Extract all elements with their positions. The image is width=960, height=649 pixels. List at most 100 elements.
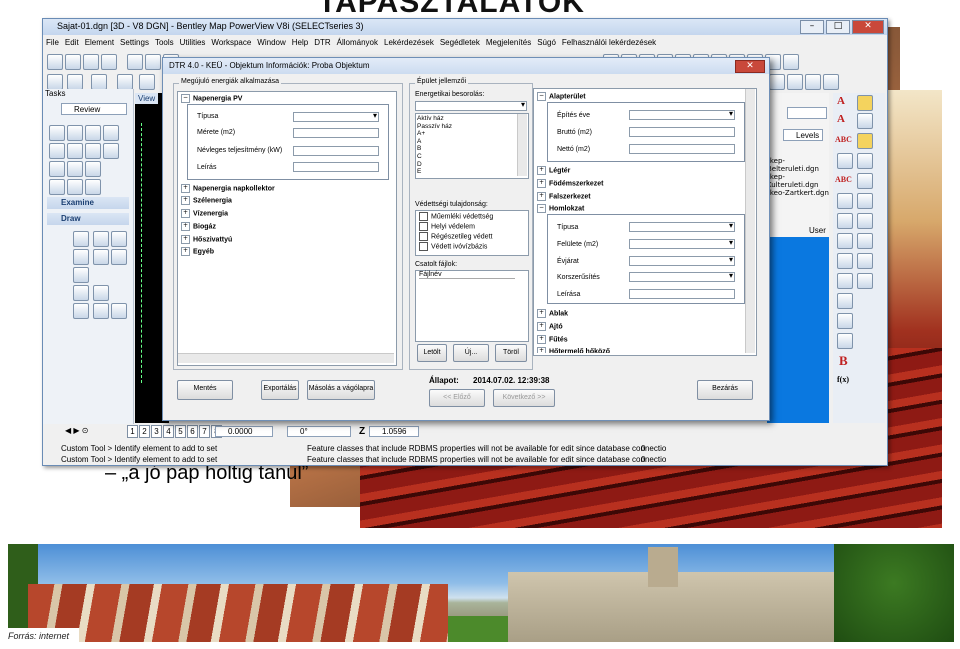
save-button[interactable]: Mentés	[177, 380, 233, 400]
energy-option[interactable]: D	[417, 161, 452, 169]
power-input[interactable]	[293, 146, 379, 156]
tree-node[interactable]: Ablak	[537, 309, 568, 318]
menu-item[interactable]: Tools	[155, 36, 174, 47]
close-dialog-button[interactable]: Bezárás	[697, 380, 753, 400]
copy-clipboard-button[interactable]: Másolás a vágólapra	[307, 380, 375, 400]
tool-icon[interactable]	[857, 253, 873, 269]
tree-node[interactable]: Biogáz	[181, 222, 216, 231]
net-area-input[interactable]	[629, 144, 735, 154]
energy-scrollbar[interactable]	[517, 114, 527, 176]
toolbar-icon[interactable]	[805, 74, 821, 90]
menu-item[interactable]: Element	[85, 36, 114, 47]
menu-item[interactable]: Settings	[120, 36, 149, 47]
energy-option[interactable]: C	[417, 153, 452, 161]
energy-option[interactable]: E	[417, 168, 452, 176]
file-list-item[interactable]: rkep-Kulteruleti.dgn	[767, 173, 829, 189]
copy-icon[interactable]	[145, 54, 161, 70]
menu-item[interactable]: Súgó	[537, 36, 556, 47]
tool-icon[interactable]	[857, 213, 873, 229]
protect-checkbox[interactable]: Helyi védelem	[419, 222, 475, 231]
description-input[interactable]	[293, 162, 379, 172]
facade-description-input[interactable]	[629, 289, 735, 299]
energy-select[interactable]	[415, 100, 527, 111]
globe-icon[interactable]	[139, 74, 155, 90]
tree-node[interactable]: Napenergia napkollektor	[181, 184, 275, 193]
levels-dropdown[interactable]: Levels	[783, 129, 823, 141]
menu-item[interactable]: Felhasználói lekérdezések	[562, 36, 656, 47]
dialog-close-button[interactable]: ✕	[735, 60, 765, 73]
draw-tool-icon[interactable]	[111, 249, 127, 265]
tree-node[interactable]: Homlokzat	[537, 204, 584, 213]
level-icon[interactable]	[91, 74, 107, 90]
view-number-button[interactable]: 1	[127, 425, 138, 438]
download-button[interactable]: Letölt	[417, 344, 447, 362]
shape-icon[interactable]	[93, 303, 109, 319]
export-button[interactable]: Exportálás	[261, 380, 299, 400]
circle-icon[interactable]	[769, 74, 785, 90]
tree-node[interactable]: Ajtó	[537, 322, 563, 331]
tool-icon[interactable]	[837, 153, 853, 169]
view-tab[interactable]: View	[135, 93, 159, 104]
view-number-button[interactable]: 6	[187, 425, 198, 438]
review-dropdown[interactable]: Review	[61, 103, 127, 115]
menu-item[interactable]: Workspace	[211, 36, 251, 47]
tool-icon[interactable]	[49, 143, 65, 159]
print-icon[interactable]	[101, 54, 117, 70]
draw-tool-icon[interactable]	[73, 285, 89, 301]
tree-node[interactable]: Napenergia PV	[181, 94, 242, 103]
tool-icon[interactable]	[103, 125, 119, 141]
previous-button[interactable]: << Előző	[429, 389, 485, 407]
build-year-select[interactable]	[629, 109, 735, 120]
tree-node[interactable]: Egyéb	[181, 247, 214, 256]
tree-node[interactable]: Szélenergia	[181, 196, 232, 205]
energy-option[interactable]: Aktív ház	[417, 115, 452, 123]
view-number-button[interactable]: 7	[199, 425, 210, 438]
menu-item[interactable]: Megjelenítés	[486, 36, 531, 47]
tool-icon[interactable]	[67, 179, 83, 195]
draw-tool-icon[interactable]	[93, 231, 109, 247]
view-number-button[interactable]: 5	[175, 425, 186, 438]
text-tool-icon[interactable]: B	[839, 353, 848, 369]
tool-icon[interactable]	[857, 233, 873, 249]
tool-icon[interactable]	[67, 161, 83, 177]
close-button[interactable]: ✕	[852, 20, 884, 34]
menu-item[interactable]: Állományok	[337, 36, 378, 47]
delete-icon[interactable]	[73, 267, 89, 283]
draw-section[interactable]: Draw	[47, 213, 129, 225]
tree-node[interactable]: Hőtermelő hőköző	[537, 347, 610, 353]
files-table[interactable]	[415, 270, 529, 342]
tool-icon[interactable]	[857, 113, 873, 129]
toolbar-icon[interactable]	[823, 74, 839, 90]
draw-tool-icon[interactable]	[93, 249, 109, 265]
delete-file-button[interactable]: Töröl	[495, 344, 527, 362]
minimize-button[interactable]: –	[800, 20, 824, 34]
menu-item[interactable]: Edit	[65, 36, 79, 47]
angle-field[interactable]: 0°	[287, 426, 351, 437]
tool-icon[interactable]	[85, 125, 101, 141]
menu-item[interactable]: Help	[292, 36, 308, 47]
menu-item[interactable]: Lekérdezések	[384, 36, 434, 47]
size-input[interactable]	[293, 128, 379, 138]
cut-icon[interactable]	[127, 54, 143, 70]
menu-item[interactable]: DTR	[314, 36, 330, 47]
circle-icon[interactable]	[787, 74, 803, 90]
tree-node[interactable]: Hőszivattyú	[181, 235, 232, 244]
tree-node[interactable]: Falszerkezet	[537, 192, 591, 201]
type-select[interactable]	[293, 111, 379, 122]
tool-icon[interactable]	[49, 179, 65, 195]
tree-node[interactable]: Légtér	[537, 166, 570, 175]
z-coordinate-field[interactable]: 1.0596	[369, 426, 419, 437]
draw-tool-icon[interactable]	[73, 249, 89, 265]
tool-icon[interactable]	[857, 193, 873, 209]
open-file-icon[interactable]	[65, 54, 81, 70]
draw-tool-icon[interactable]	[93, 285, 109, 301]
text-tool-icon[interactable]: A	[837, 113, 845, 125]
tool-icon[interactable]	[85, 179, 101, 195]
facade-year-select[interactable]	[629, 255, 735, 266]
file-list-item[interactable]: rkeo-Zartkert.dgn	[767, 189, 829, 197]
view-number-button[interactable]: 4	[163, 425, 174, 438]
tree-node[interactable]: Vízenergia	[181, 209, 228, 218]
tool-icon[interactable]	[837, 213, 853, 229]
tree-node[interactable]: Alapterület	[537, 92, 586, 101]
tool-icon[interactable]	[857, 95, 873, 111]
